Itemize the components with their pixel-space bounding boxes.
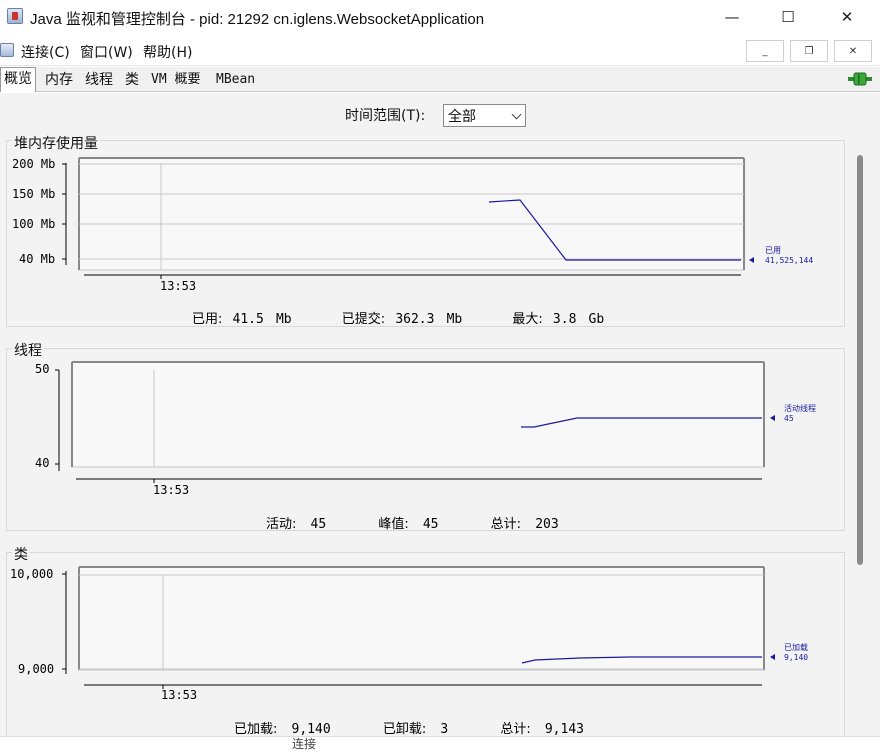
- classes-unloaded-label: 已卸载:: [382, 722, 427, 737]
- connection-status-icon: [848, 72, 872, 86]
- window-title: Java 监视和管理控制台 - pid: 21292 cn.iglens.Web…: [30, 11, 485, 28]
- tab-bar: 概览 内存 线程 类 VM 概要 MBean: [0, 67, 880, 92]
- tab-mbean[interactable]: MBean: [213, 69, 258, 91]
- classes-legend-marker: [770, 654, 775, 660]
- classes-loaded-label: 已加载:: [234, 722, 278, 737]
- menu-help[interactable]: 帮助(H): [143, 42, 192, 62]
- minimize-window-button[interactable]: —: [703, 0, 761, 34]
- maximize-window-button[interactable]: ☐: [759, 0, 817, 34]
- tab-threads[interactable]: 线程: [82, 69, 116, 91]
- inner-close-button[interactable]: ✕: [834, 40, 872, 62]
- inner-minimize-button[interactable]: _: [746, 40, 784, 62]
- java-app-icon: [7, 8, 23, 24]
- menu-connection[interactable]: 连接(C): [21, 42, 70, 62]
- classes-total-value: 9,143: [544, 722, 584, 737]
- close-window-button[interactable]: ✕: [818, 0, 876, 34]
- menu-window[interactable]: 窗口(W): [80, 42, 133, 62]
- classes-xtick: 13:53: [161, 688, 198, 702]
- tab-classes[interactable]: 类: [122, 69, 142, 91]
- bottom-strip: 连接: [0, 736, 880, 751]
- menu-bar: 连接(C) 窗口(W) 帮助(H) _ ❐ ✕: [0, 36, 880, 66]
- title-bar: Java 监视和管理控制台 - pid: 21292 cn.iglens.Web…: [0, 0, 880, 36]
- tab-vm-summary[interactable]: VM 概要: [148, 69, 203, 91]
- classes-chart: [62, 566, 775, 689]
- bottom-fragment-text: 连接: [292, 737, 317, 751]
- tab-memory[interactable]: 内存: [42, 69, 76, 91]
- classes-legend-value: 9,140: [784, 653, 809, 662]
- classes-total-label: 总计:: [500, 722, 531, 737]
- inner-restore-button[interactable]: ❐: [790, 40, 828, 62]
- internal-frame-icon[interactable]: [0, 43, 14, 57]
- overview-content: 时间范围(T): 全部 堆内存使用量 200 Mb 150 Mb 100 Mb …: [0, 93, 880, 746]
- tab-overview[interactable]: 概览: [0, 67, 36, 92]
- classes-legend-name: 已加载: [784, 643, 808, 652]
- scrollbar-thumb[interactable]: [857, 155, 863, 565]
- classes-unloaded-value: 3: [440, 722, 449, 737]
- classes-ytick-10000: 10,000: [10, 567, 54, 581]
- classes-ytick-9000: 9,000: [18, 662, 55, 676]
- classes-summary: 已加载: 9,140 已卸载: 3 总计: 9,143: [234, 718, 584, 737]
